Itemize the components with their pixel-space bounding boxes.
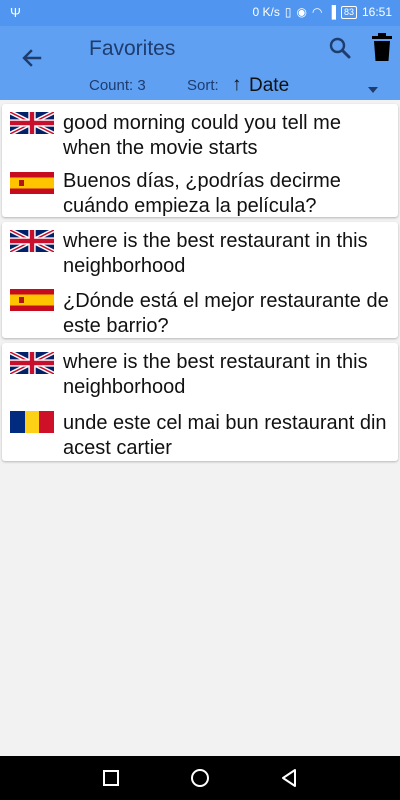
page-title: Favorites bbox=[89, 37, 176, 60]
favorites-count: Count: 3 bbox=[89, 77, 146, 94]
home-button[interactable] bbox=[190, 768, 210, 788]
search-icon bbox=[329, 37, 351, 59]
network-speed: 0 K/s bbox=[252, 5, 280, 19]
recent-apps-button[interactable] bbox=[101, 768, 121, 788]
status-icons: 0 K/s ▯ ◉ ◠ ▐ 83 16:51 bbox=[253, 5, 393, 19]
back-nav-button[interactable] bbox=[279, 768, 299, 788]
back-button[interactable] bbox=[18, 44, 46, 72]
dropdown-arrow-icon[interactable] bbox=[368, 81, 378, 93]
eye-icon: ◉ bbox=[296, 5, 307, 19]
square-icon bbox=[103, 770, 119, 786]
search-button[interactable] bbox=[328, 36, 352, 60]
signal-icon: ▐ bbox=[327, 5, 336, 19]
battery-icon: 83 bbox=[340, 5, 357, 19]
flag-uk-icon bbox=[10, 112, 54, 134]
circle-icon bbox=[191, 769, 209, 787]
sort-select[interactable]: Date bbox=[249, 75, 289, 97]
sort-direction-arrow[interactable]: ↑ bbox=[232, 74, 242, 96]
arrow-left-icon bbox=[22, 49, 42, 67]
source-phrase-text: where is the best restaurant in this nei… bbox=[63, 230, 368, 277]
system-nav-bar bbox=[0, 756, 400, 800]
favorite-card[interactable]: good morning could you tell me when the … bbox=[2, 104, 398, 217]
target-phrase-text: Buenos días, ¿podrías decirme cuándo emp… bbox=[63, 170, 341, 217]
status-bar: Ψ 0 K/s ▯ ◉ ◠ ▐ 83 16:51 bbox=[0, 0, 400, 26]
flag-spain-icon bbox=[10, 289, 54, 311]
favorite-card[interactable]: where is the best restaurant in this nei… bbox=[2, 343, 398, 461]
clock: 16:51 bbox=[361, 5, 392, 19]
app-bar: Favorites Count: 3 Sort: ↑ Date bbox=[0, 26, 400, 100]
delete-all-button[interactable] bbox=[370, 32, 394, 62]
sort-label: Sort: bbox=[187, 77, 219, 94]
source-phrase-text: where is the best restaurant in this nei… bbox=[63, 351, 368, 398]
source-phrase-text: good morning could you tell me when the … bbox=[63, 112, 341, 159]
flag-uk-icon bbox=[10, 352, 54, 374]
trash-icon bbox=[372, 33, 392, 61]
target-phrase-text: unde este cel mai bun restaurant din ace… bbox=[63, 412, 387, 459]
target-phrase-text: ¿Dónde está el mejor restaurante de este… bbox=[63, 290, 389, 337]
favorite-card[interactable]: where is the best restaurant in this nei… bbox=[2, 222, 398, 338]
flag-romania-icon bbox=[10, 411, 54, 433]
usb-icon: Ψ bbox=[10, 5, 21, 20]
triangle-left-icon bbox=[282, 769, 296, 787]
wifi-icon: ◠ bbox=[311, 5, 323, 19]
vibrate-icon: ▯ bbox=[284, 5, 292, 19]
flag-uk-icon bbox=[10, 230, 54, 252]
flag-spain-icon bbox=[10, 172, 54, 194]
